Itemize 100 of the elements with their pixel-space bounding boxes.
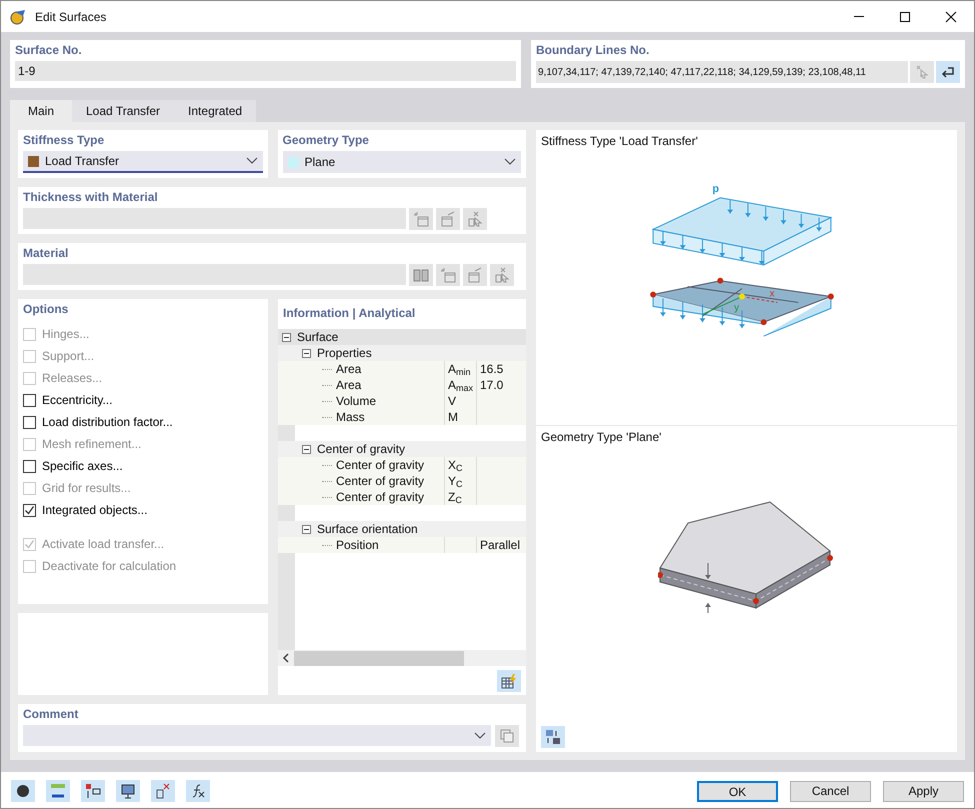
- return-button[interactable]: [936, 61, 960, 83]
- boundary-lines-field[interactable]: 9,107,34,117; 47,139,72,140; 47,117,22,118; 34,129,59,139; 23,108,48,11: [536, 61, 908, 83]
- toolbar-button[interactable]: [186, 780, 210, 802]
- collapse-icon[interactable]: [302, 524, 311, 534]
- checkbox-label: Load distribution factor...: [42, 414, 173, 431]
- toolbar-button[interactable]: [46, 780, 70, 802]
- load-transfer-drawing: p x y: [642, 178, 842, 338]
- tab[interactable]: Load Transfer: [72, 100, 174, 122]
- new-window-icon: [440, 267, 456, 283]
- dialog-button[interactable]: Cancel: [790, 780, 871, 802]
- pointer-icon: [915, 65, 929, 79]
- checkbox-label: Specific axes...: [42, 458, 123, 475]
- dialog-button[interactable]: Apply: [883, 780, 964, 802]
- tool-button[interactable]: [463, 208, 487, 230]
- chevron-down-icon: [504, 158, 516, 166]
- section-label: Material: [23, 245, 70, 261]
- checkbox[interactable]: [23, 416, 36, 428]
- checkbox[interactable]: [23, 504, 36, 516]
- value-cell-text: Parallel: [480, 537, 520, 554]
- table-button[interactable]: [497, 670, 521, 692]
- preview-title: Stiffness Type 'Load Transfer': [541, 133, 699, 150]
- collapse-icon[interactable]: [302, 348, 311, 358]
- section-label: Geometry Type: [282, 132, 370, 148]
- tree-item-label: Center of gravity: [336, 473, 424, 490]
- library-book-icon: [413, 267, 429, 283]
- tool-button[interactable]: [436, 264, 460, 286]
- close-icon: [945, 10, 957, 22]
- input-field[interactable]: [23, 264, 406, 285]
- swap-images-icon: [545, 729, 561, 745]
- surface-no-field[interactable]: 1-9: [15, 61, 516, 81]
- app-icon: [9, 8, 27, 26]
- checkbox-label: Support...: [42, 348, 94, 365]
- edit-window-icon: [467, 267, 483, 283]
- stiffness-type-dropdown[interactable]: Load Transfer: [23, 151, 262, 173]
- dialog-button[interactable]: OK: [697, 780, 778, 802]
- return-arrow-icon: [940, 65, 956, 79]
- symbol-cell-text: Y$_{C}$: [448, 473, 463, 490]
- swap-view-button[interactable]: [541, 726, 565, 748]
- checkbox-label: Hinges...: [42, 326, 90, 343]
- tab[interactable]: Integrated: [174, 100, 256, 122]
- tree-item-label: Mass: [336, 409, 365, 426]
- horizontal-scrollbar[interactable]: [278, 650, 526, 666]
- tool-button[interactable]: [409, 208, 433, 230]
- input-field[interactable]: [23, 208, 406, 229]
- copy-button[interactable]: [495, 725, 519, 747]
- chevron-down-icon: [474, 732, 486, 740]
- symbol-cell-text: X$_{C}$: [448, 457, 463, 474]
- checkbox[interactable]: [23, 460, 36, 472]
- section-label: Options: [23, 301, 70, 317]
- tool-button[interactable]: [463, 264, 487, 286]
- copy-icon: [499, 728, 515, 744]
- delete-pointer-icon: [494, 267, 510, 283]
- edit-window-icon: [440, 211, 456, 227]
- value-cell-text: 16.5: [480, 361, 504, 378]
- collapse-icon[interactable]: [282, 332, 291, 342]
- delete-icon: [155, 783, 171, 799]
- section-label: Stiffness Type: [23, 132, 106, 148]
- symbol-cell-text: A$_{max}$: [448, 377, 474, 394]
- comment-field[interactable]: [23, 725, 491, 746]
- formula-icon: [190, 783, 206, 799]
- tool-button[interactable]: [409, 264, 433, 286]
- tree-item-label: Area: [336, 361, 362, 378]
- window-title: Edit Surfaces: [35, 8, 106, 26]
- checkbox-label: Grid for results...: [42, 480, 131, 497]
- tree-item-label: Area: [336, 377, 362, 394]
- section-label: Comment: [23, 706, 80, 722]
- toolbar-button[interactable]: [151, 780, 175, 802]
- symbol-cell-text: V: [448, 393, 456, 410]
- tree-item-label: Center of gravity: [336, 489, 424, 506]
- checkbox-label: Mesh refinement...: [42, 436, 142, 453]
- section-label: Surface No.: [15, 42, 83, 58]
- checkbox-label: Activate load transfer...: [42, 536, 164, 553]
- toolbar-button[interactable]: [116, 780, 140, 802]
- section-label: Boundary Lines No.: [536, 42, 650, 58]
- checkbox[interactable]: [23, 394, 36, 406]
- checkbox-label: Integrated objects...: [42, 502, 148, 519]
- tab[interactable]: Main: [10, 100, 72, 122]
- checkbox-label: Deactivate for calculation: [42, 558, 176, 575]
- chevron-down-icon: [246, 157, 258, 165]
- tool-button[interactable]: [436, 208, 460, 230]
- chevron-left-icon: [282, 653, 290, 663]
- table-lightning-icon: [501, 672, 517, 688]
- checkbox-label: Releases...: [42, 370, 102, 387]
- delete-pointer-icon: [467, 211, 483, 227]
- symbol-cell-text: A$_{min}$: [448, 361, 471, 378]
- tree-item-label: Surface orientation: [317, 521, 418, 538]
- geometry-type-dropdown[interactable]: Plane: [282, 151, 521, 173]
- tree-item-label: Center of gravity: [336, 457, 424, 474]
- tree-item-label: Center of gravity: [317, 441, 406, 458]
- section-label: Thickness with Material: [23, 189, 159, 205]
- toolbar-button[interactable]: [11, 780, 35, 802]
- new-window-icon: [413, 211, 429, 227]
- section-label: Information | Analytical: [283, 306, 416, 320]
- collapse-icon[interactable]: [302, 444, 311, 454]
- tree-item-label: Volume: [336, 393, 376, 410]
- tree-item-label: Position: [336, 537, 379, 554]
- toolbar-button[interactable]: [81, 780, 105, 802]
- preview-title: Geometry Type 'Plane': [541, 429, 662, 446]
- tool-button[interactable]: [490, 264, 514, 286]
- symbol-cell-text: M: [448, 409, 458, 426]
